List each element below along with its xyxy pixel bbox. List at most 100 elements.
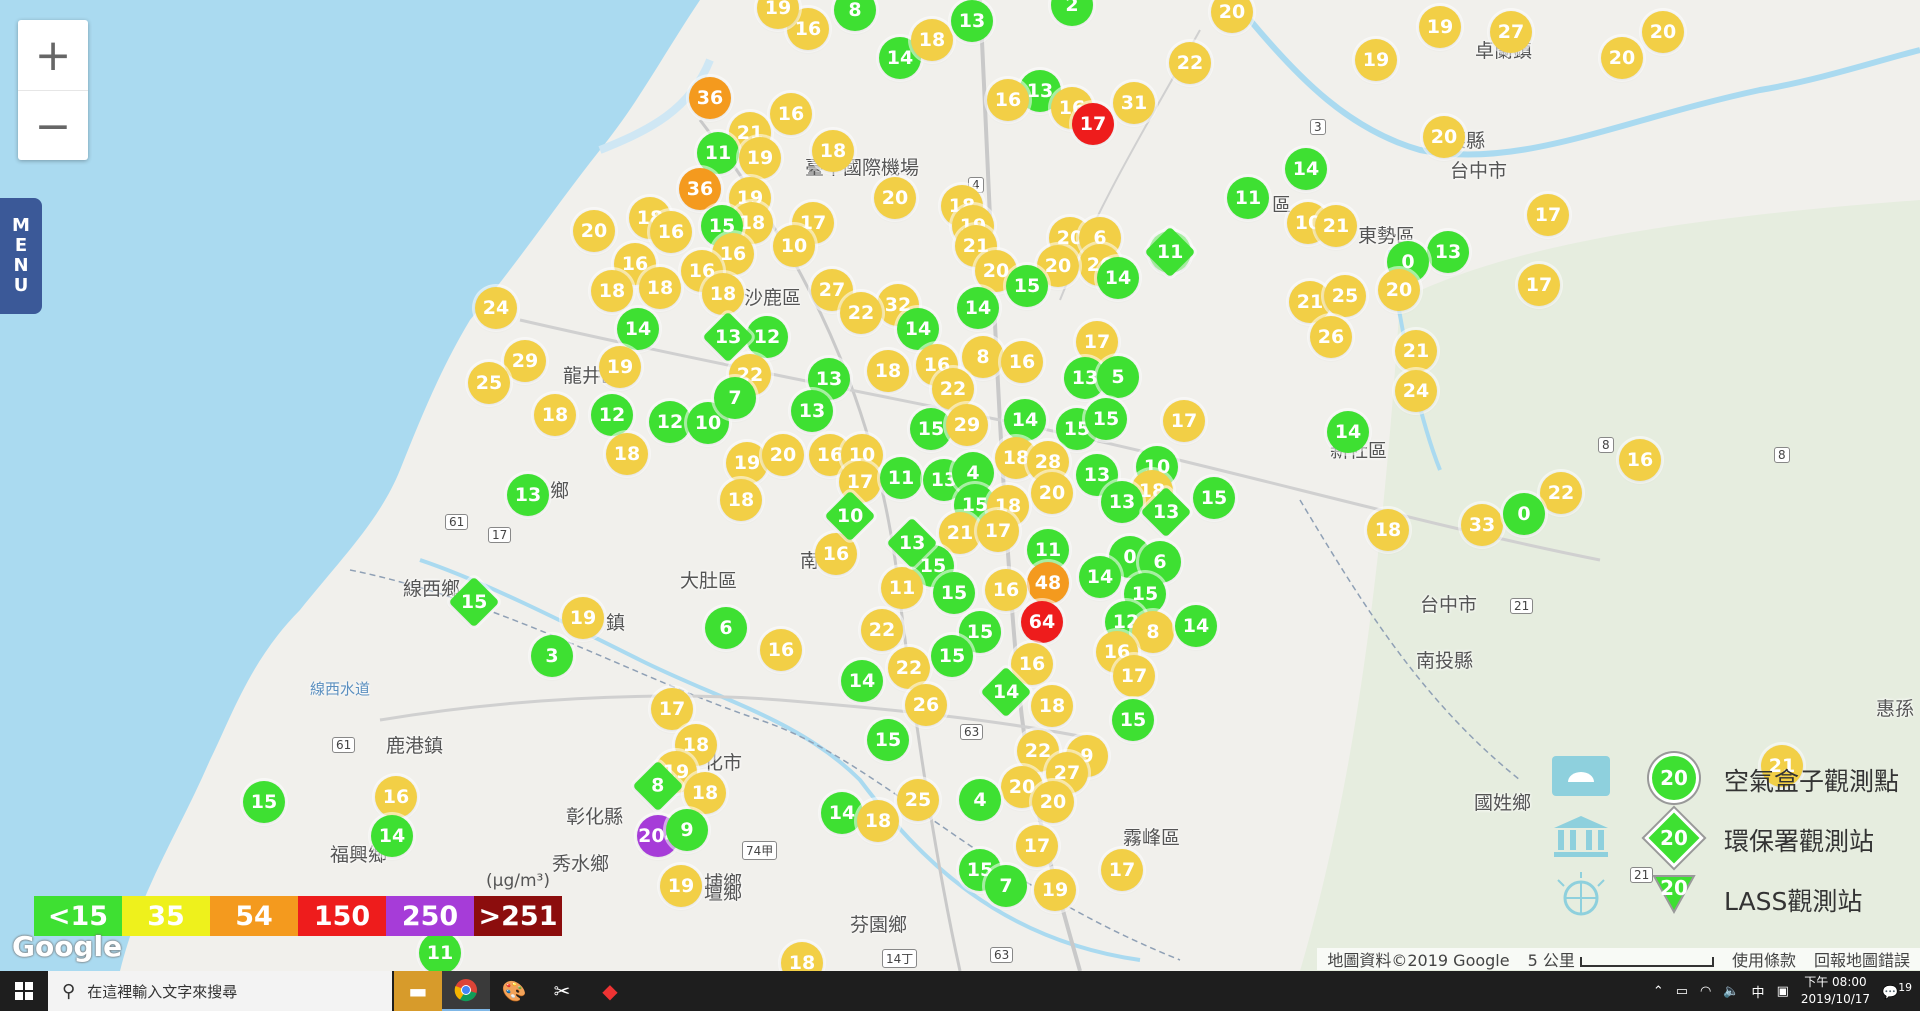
airbox-marker[interactable]: 36 xyxy=(689,77,731,119)
airbox-marker[interactable]: 31 xyxy=(1113,82,1155,124)
battery-icon[interactable]: ▭ xyxy=(1676,984,1688,999)
airbox-marker[interactable]: 16 xyxy=(987,79,1029,121)
airbox-marker[interactable]: 26 xyxy=(905,684,947,726)
zoom-in-button[interactable]: + xyxy=(18,20,88,91)
wifi-icon[interactable]: ◠ xyxy=(1700,984,1711,999)
paint-app-icon[interactable]: 🎨 xyxy=(490,971,538,1011)
airbox-marker[interactable]: 6 xyxy=(705,607,747,649)
airbox-marker[interactable]: 7 xyxy=(985,865,1027,907)
airbox-marker[interactable]: 19 xyxy=(739,137,781,179)
airbox-marker[interactable]: 15 xyxy=(933,572,975,614)
airbox-marker[interactable]: 8 xyxy=(1132,611,1174,653)
notification-center-icon[interactable]: 💬19 xyxy=(1882,981,1912,1000)
airbox-marker[interactable]: 19 xyxy=(599,346,641,388)
airbox-marker[interactable]: 14 xyxy=(1004,399,1046,441)
airbox-marker[interactable]: 14 xyxy=(1175,605,1217,647)
airbox-marker[interactable]: 16 xyxy=(1001,341,1043,383)
airbox-marker[interactable]: 20 xyxy=(1032,781,1074,823)
airbox-marker[interactable]: 5 xyxy=(1097,356,1139,398)
airbox-marker[interactable]: 25 xyxy=(468,362,510,404)
airbox-marker[interactable]: 16 xyxy=(650,211,692,253)
clock[interactable]: 下午 08:00 2019/10/17 xyxy=(1801,974,1870,1008)
airbox-marker[interactable]: 19 xyxy=(1419,6,1461,48)
airbox-marker[interactable]: 9 xyxy=(666,809,708,851)
airbox-marker[interactable]: 11 xyxy=(419,932,461,971)
airbox-marker[interactable]: 11 xyxy=(880,457,922,499)
airbox-marker[interactable]: 15 xyxy=(931,635,973,677)
airbox-marker[interactable]: 14 xyxy=(1097,257,1139,299)
airbox-marker[interactable]: 21 xyxy=(939,512,981,554)
airbox-marker[interactable]: 17 xyxy=(1016,825,1058,867)
red-app-icon[interactable]: ◆ xyxy=(586,971,634,1011)
airbox-marker[interactable]: 22 xyxy=(840,292,882,334)
airbox-marker[interactable]: 17 xyxy=(977,510,1019,552)
airbox-marker[interactable]: 16 xyxy=(985,569,1027,611)
airbox-marker[interactable]: 4 xyxy=(959,779,1001,821)
chrome-icon[interactable] xyxy=(442,971,490,1011)
airbox-marker[interactable]: 19 xyxy=(1355,39,1397,81)
airbox-marker[interactable]: 15 xyxy=(1193,477,1235,519)
airbox-marker[interactable]: 36 xyxy=(679,168,721,210)
airbox-marker[interactable]: 7 xyxy=(714,377,756,419)
airbox-marker[interactable]: 16 xyxy=(770,93,812,135)
airbox-marker[interactable]: 22 xyxy=(888,647,930,689)
airbox-marker[interactable]: 14 xyxy=(841,660,883,702)
start-button[interactable] xyxy=(0,971,48,1011)
airbox-marker[interactable]: 18 xyxy=(911,19,953,61)
airbox-marker[interactable]: 27 xyxy=(1490,11,1532,53)
airbox-marker[interactable]: 17 xyxy=(1518,264,1560,306)
chevron-up-icon[interactable]: ⌃ xyxy=(1653,984,1664,999)
airbox-marker[interactable]: 14 xyxy=(1285,148,1327,190)
airbox-marker[interactable]: 0 xyxy=(1503,493,1545,535)
airbox-marker[interactable]: 15 xyxy=(1085,398,1127,440)
airbox-marker[interactable]: 17 xyxy=(1101,849,1143,891)
file-explorer-icon[interactable]: ▬ xyxy=(394,971,442,1011)
report-error-link[interactable]: 回報地圖錯誤 xyxy=(1814,947,1910,971)
airbox-marker[interactable]: 18 xyxy=(684,772,726,814)
airbox-marker[interactable]: 11 xyxy=(1227,177,1269,219)
airbox-marker[interactable]: 25 xyxy=(1324,275,1366,317)
airbox-marker[interactable]: 12 xyxy=(591,394,633,436)
snipping-tool-icon[interactable]: ✂ xyxy=(538,971,586,1011)
terms-link[interactable]: 使用條款 xyxy=(1732,947,1796,971)
airbox-marker[interactable]: 20 xyxy=(1642,11,1684,53)
menu-button[interactable]: MENU xyxy=(0,198,42,314)
airbox-marker[interactable]: 8 xyxy=(962,336,1004,378)
airbox-marker[interactable]: 21 xyxy=(1395,330,1437,372)
airbox-marker[interactable]: 13 xyxy=(791,390,833,432)
airbox-marker[interactable]: 15 xyxy=(867,719,909,761)
airbox-marker[interactable]: 18 xyxy=(639,267,681,309)
airbox-marker[interactable]: 14 xyxy=(821,792,863,834)
zoom-out-button[interactable]: − xyxy=(18,91,88,161)
airbox-marker[interactable]: 15 xyxy=(243,781,285,823)
airbox-marker[interactable]: 33 xyxy=(1461,504,1503,546)
volume-icon[interactable]: 🔈 xyxy=(1723,984,1739,999)
airbox-marker[interactable]: 29 xyxy=(946,404,988,446)
ime-indicator[interactable]: 中 xyxy=(1752,982,1765,1001)
airbox-marker[interactable]: 14 xyxy=(1327,411,1369,453)
airbox-marker[interactable]: 18 xyxy=(534,394,576,436)
airbox-marker[interactable]: 13 xyxy=(1427,231,1469,273)
airbox-marker[interactable]: 24 xyxy=(1395,370,1437,412)
airbox-marker[interactable]: 14 xyxy=(1079,556,1121,598)
airbox-marker[interactable]: 19 xyxy=(562,597,604,639)
airbox-marker[interactable]: 20 xyxy=(1601,37,1643,79)
airbox-marker[interactable]: 12 xyxy=(649,401,691,443)
airbox-marker[interactable]: 17 xyxy=(651,688,693,730)
airbox-marker[interactable]: 15 xyxy=(1006,265,1048,307)
airbox-marker[interactable]: 20 xyxy=(1423,116,1465,158)
airbox-marker[interactable]: 16 xyxy=(375,776,417,818)
airbox-marker[interactable]: 14 xyxy=(371,815,413,857)
airbox-marker[interactable]: 26 xyxy=(1310,316,1352,358)
airbox-marker[interactable]: 20 xyxy=(874,177,916,219)
airbox-marker[interactable]: 18 xyxy=(702,273,744,315)
airbox-marker[interactable]: 20 xyxy=(573,210,615,252)
airbox-marker[interactable]: 20 xyxy=(1031,472,1073,514)
airbox-marker[interactable]: 29 xyxy=(504,340,546,382)
airbox-marker[interactable]: 19 xyxy=(1034,869,1076,911)
airbox-marker[interactable]: 17 xyxy=(1163,400,1205,442)
airbox-marker[interactable]: 25 xyxy=(897,779,939,821)
airbox-marker[interactable]: 18 xyxy=(812,130,854,172)
airbox-marker[interactable]: 18 xyxy=(720,479,762,521)
airbox-marker[interactable]: 24 xyxy=(475,287,517,329)
